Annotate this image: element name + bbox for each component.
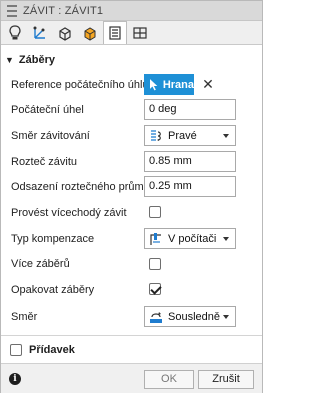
tab-tool[interactable]	[3, 22, 27, 44]
chevron-down-icon	[223, 314, 229, 319]
direction-dropdown[interactable]: Pravé	[144, 125, 236, 146]
caret-down-icon: ▼	[5, 55, 14, 65]
dropdown-value: V počítači	[168, 232, 217, 245]
sketch-axes-icon	[33, 26, 45, 39]
chevron-down-icon	[223, 133, 229, 138]
cursor-icon	[150, 78, 158, 90]
thread-dialog: ZÁVIT : ZÁVIT1 ▼ Záběry Reference počáte…	[0, 0, 263, 393]
field-label: Rozteč závitu	[11, 156, 78, 168]
section-divider	[1, 335, 262, 336]
layout-icon	[133, 27, 147, 39]
row-reference: Reference počátečního úhlu	[1, 72, 262, 96]
pitch-input[interactable]: 0.85 mm	[144, 151, 236, 172]
field-label: Provést vícechodý závit	[11, 207, 127, 219]
compensation-icon	[150, 232, 161, 245]
feature-dialog-icon	[109, 26, 121, 40]
compensation-dropdown[interactable]: V počítači	[144, 228, 236, 249]
tab-bar	[1, 21, 262, 45]
field-label: Směr závitování	[11, 130, 90, 142]
tab-passes[interactable]	[78, 22, 102, 44]
dialog-footer: i OK Zrušit	[1, 363, 262, 393]
dropdown-value: Sousledně	[168, 310, 220, 323]
multiple-passes-checkbox[interactable]	[149, 258, 161, 270]
pitch-diameter-offset-input[interactable]: 0.25 mm	[144, 176, 236, 197]
reference-edge-label: Hrana	[162, 78, 194, 91]
cut-direction-dropdown[interactable]: Sousledně	[144, 306, 236, 327]
ok-button[interactable]: OK	[144, 370, 194, 389]
box-icon	[59, 27, 71, 41]
field-label: Opakovat záběry	[11, 284, 95, 296]
climb-milling-icon	[150, 311, 162, 323]
title-bar[interactable]: ZÁVIT : ZÁVIT1	[1, 1, 262, 21]
reference-edge-button[interactable]: Hrana	[144, 74, 194, 95]
field-label: Směr	[11, 311, 38, 323]
tab-thread-passes[interactable]	[103, 21, 127, 44]
section-header-stock[interactable]: Přídavek	[1, 341, 262, 359]
section-header-passes[interactable]: ▼ Záběry	[1, 51, 262, 69]
start-angle-input[interactable]: 0 deg	[144, 99, 236, 120]
field-label: Typ kompenzace	[11, 233, 95, 245]
field-label: Odsazení roztečného průměru	[11, 181, 160, 193]
clear-selection-icon[interactable]: ✕	[202, 75, 214, 93]
tab-linking[interactable]	[128, 22, 152, 44]
field-label: Reference počátečního úhlu	[11, 79, 149, 91]
stock-allowance-checkbox[interactable]	[10, 344, 22, 356]
section-title: Přídavek	[29, 344, 75, 356]
multi-start-checkbox[interactable]	[149, 206, 161, 218]
tab-heights[interactable]	[53, 22, 77, 44]
field-label: Počáteční úhel	[11, 104, 84, 116]
section-title: Záběry	[18, 54, 55, 66]
repeat-passes-checkbox[interactable]	[149, 283, 161, 295]
dialog-title: ZÁVIT : ZÁVIT1	[23, 4, 104, 17]
chevron-down-icon	[223, 236, 229, 241]
drag-handle-icon[interactable]	[7, 4, 17, 17]
light-bulb-icon	[9, 25, 21, 40]
field-label: Více záběrů	[11, 258, 70, 270]
row-multi-start: Provést vícechodý závit	[1, 201, 262, 225]
appearance-icon	[84, 27, 96, 41]
row-multiple-passes: Více záběrů	[1, 253, 262, 277]
tab-geometry[interactable]	[28, 22, 52, 44]
cancel-button[interactable]: Zrušit	[198, 370, 254, 389]
dropdown-value: Pravé	[168, 129, 197, 142]
info-icon[interactable]: i	[9, 373, 21, 385]
row-repeat-passes: Opakovat záběry	[1, 279, 262, 303]
right-hand-thread-icon	[151, 129, 161, 141]
